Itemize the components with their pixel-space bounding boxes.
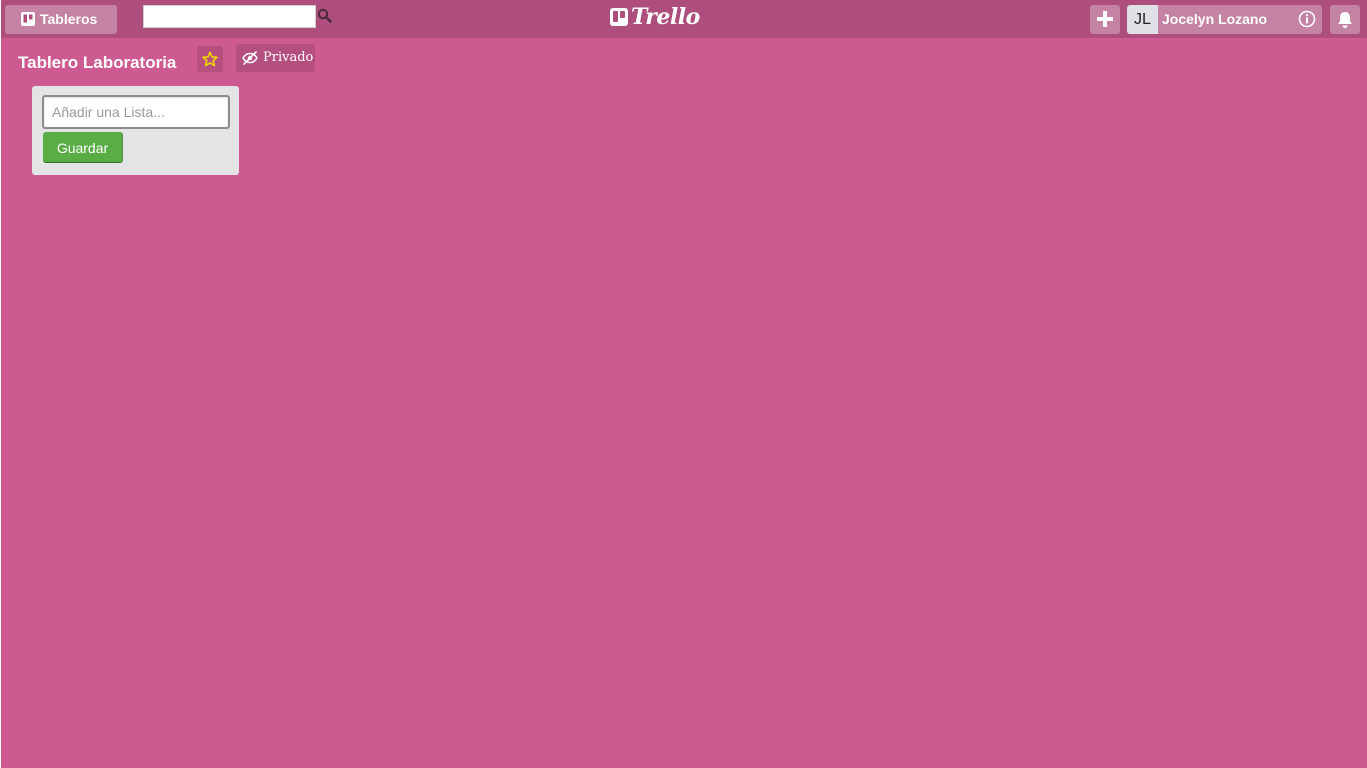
add-button[interactable] [1090,5,1120,34]
plus-icon [1097,11,1113,27]
board-title[interactable]: Tablero Laboratoria [18,52,176,74]
add-list-composer: Guardar [32,86,239,175]
eye-slash-icon [242,51,258,65]
visibility-label: Privado [263,50,314,65]
boards-icon [21,12,35,26]
trello-logo[interactable]: Trello [610,4,700,30]
add-list-input[interactable] [42,95,230,129]
bell-icon [1338,12,1352,28]
member-name: Jocelyn Lozano [1162,11,1268,27]
board-page: Tableros Trello JL Jocelyn Lozano Tabler… [0,0,1367,768]
info-icon[interactable] [1298,10,1316,28]
save-list-button[interactable]: Guardar [43,132,123,163]
notifications-button[interactable] [1330,5,1360,34]
search-input[interactable] [143,5,316,28]
star-icon [202,51,218,67]
boards-button-label: Tableros [40,11,98,27]
visibility-button[interactable]: Privado [236,44,315,72]
search-icon[interactable] [317,8,333,24]
boards-button[interactable]: Tableros [5,5,117,34]
trello-logo-text: Trello [631,4,700,30]
star-board-button[interactable] [197,46,223,72]
top-header: Tableros Trello JL Jocelyn Lozano [1,0,1367,38]
member-menu-button[interactable]: JL Jocelyn Lozano [1127,5,1322,34]
avatar: JL [1127,5,1158,34]
trello-logo-icon [610,8,628,26]
